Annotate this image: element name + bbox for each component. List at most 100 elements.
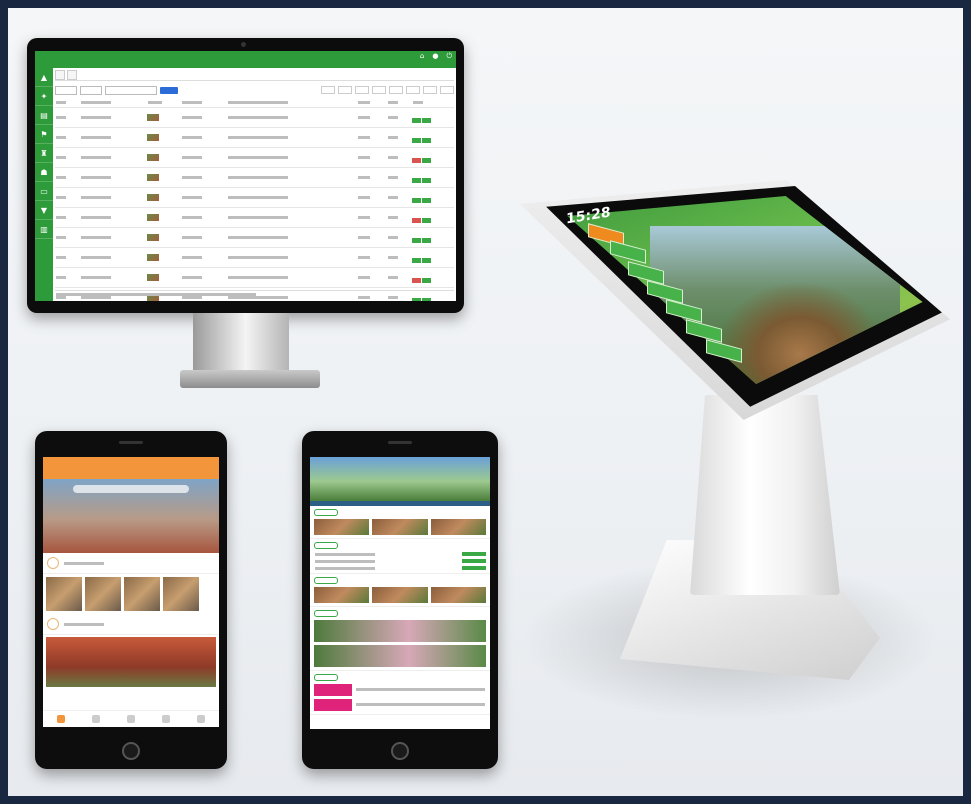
nav-item[interactable] [126, 715, 135, 723]
action-button[interactable] [372, 86, 386, 94]
thumbnail[interactable] [85, 577, 121, 611]
status-badge[interactable] [421, 197, 431, 203]
cell-text-placeholder [358, 215, 371, 219]
thumbnail[interactable] [372, 519, 428, 535]
cell-text-placeholder [228, 215, 289, 219]
status-badge[interactable] [411, 177, 421, 183]
chart-icon[interactable]: ▥ [35, 220, 53, 239]
status-badge[interactable] [421, 257, 431, 263]
status-badge[interactable] [421, 217, 431, 223]
status-badge[interactable] [411, 237, 421, 243]
sidebar-icon-4[interactable]: ⚑ [35, 125, 53, 144]
table-cell [411, 267, 454, 288]
status-badge[interactable] [411, 197, 421, 203]
status-badge[interactable] [411, 157, 421, 163]
status-badge[interactable] [411, 137, 421, 143]
action-button[interactable] [321, 86, 335, 94]
sidebar-icon-5[interactable]: ♜ [35, 144, 53, 163]
table-cell [147, 267, 181, 288]
sidebar-icon-1[interactable]: ▲ [35, 68, 53, 87]
keyword-input[interactable] [105, 85, 157, 95]
table-row[interactable] [55, 107, 454, 128]
row-thumbnail [147, 233, 160, 241]
thumbnail[interactable] [46, 577, 82, 611]
table-cell [147, 207, 181, 228]
event-banner[interactable] [46, 637, 216, 687]
table-row[interactable] [55, 267, 454, 288]
home-icon[interactable]: ⌂ [420, 52, 424, 60]
action-button[interactable] [440, 86, 454, 94]
toolbar-actions [321, 86, 454, 94]
tab-1[interactable] [55, 70, 65, 80]
nav-item[interactable] [162, 715, 171, 723]
table-cell [386, 227, 412, 248]
thumbnail[interactable] [314, 519, 370, 535]
table-row[interactable] [55, 207, 454, 228]
section-tag [314, 674, 338, 681]
status-badge[interactable] [421, 277, 431, 283]
section-header[interactable] [43, 614, 219, 635]
tab-2[interactable] [67, 70, 77, 80]
promo-item[interactable] [314, 699, 486, 711]
thumbnail[interactable] [430, 519, 486, 535]
wide-banner[interactable] [314, 620, 486, 642]
status-badge[interactable] [411, 277, 421, 283]
table-cell [180, 98, 228, 108]
cell-text-placeholder [387, 175, 398, 179]
home-button[interactable] [391, 742, 409, 760]
search-button[interactable] [160, 86, 178, 94]
action-button[interactable] [355, 86, 369, 94]
list-item[interactable] [314, 552, 486, 556]
search-input[interactable] [73, 485, 189, 493]
thumbnail[interactable] [314, 587, 370, 603]
nav-item-home[interactable] [56, 715, 65, 723]
thumbnail[interactable] [163, 577, 199, 611]
row-thumbnail [147, 173, 160, 181]
sidebar-icon-6[interactable]: ☗ [35, 163, 53, 182]
table-row[interactable] [55, 127, 454, 148]
promo-item[interactable] [314, 684, 486, 696]
sidebar-icon-2[interactable]: ✦ [35, 87, 53, 106]
home-button[interactable] [122, 742, 140, 760]
section-header[interactable] [43, 553, 219, 574]
table-row[interactable] [55, 167, 454, 188]
sidebar-icon-3[interactable]: ▤ [35, 106, 53, 125]
nav-item[interactable] [91, 715, 100, 723]
status-badge[interactable] [411, 217, 421, 223]
status-badge[interactable] [411, 117, 421, 123]
thumbnail[interactable] [430, 587, 486, 603]
table-row[interactable] [55, 187, 454, 208]
action-button[interactable] [338, 86, 352, 94]
list-item[interactable] [314, 559, 486, 563]
thumbnail[interactable] [124, 577, 160, 611]
table-cell [227, 107, 358, 128]
table-row[interactable] [55, 147, 454, 168]
list-item[interactable] [314, 566, 486, 570]
user-icon[interactable]: ● [432, 52, 438, 60]
cell-text-placeholder [181, 255, 202, 259]
action-button[interactable] [406, 86, 420, 94]
filter-input[interactable] [55, 85, 77, 95]
cell-text-placeholder [181, 155, 202, 159]
status-badge[interactable] [411, 257, 421, 263]
status-badge[interactable] [421, 117, 431, 123]
table-row[interactable] [55, 98, 454, 108]
action-button[interactable] [389, 86, 403, 94]
status-badge[interactable] [421, 157, 431, 163]
sidebar-icon-8[interactable]: ▼ [35, 201, 53, 220]
wide-banner[interactable] [314, 645, 486, 667]
table-cell [55, 167, 81, 188]
power-icon[interactable]: ⏻ [446, 52, 452, 60]
table-cell [55, 227, 81, 248]
table-row[interactable] [55, 227, 454, 248]
type-select[interactable] [80, 85, 102, 95]
thumbnail[interactable] [372, 587, 428, 603]
status-badge[interactable] [421, 237, 431, 243]
status-badge[interactable] [421, 177, 431, 183]
phone-right [302, 431, 498, 769]
table-row[interactable] [55, 247, 454, 268]
status-badge[interactable] [421, 137, 431, 143]
monitor-icon[interactable]: ▭ [35, 182, 53, 201]
nav-item[interactable] [197, 715, 206, 723]
action-button[interactable] [423, 86, 437, 94]
